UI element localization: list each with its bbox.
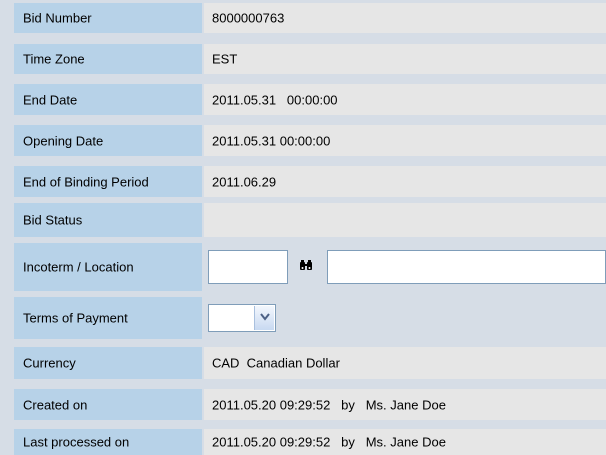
row-last-processed-on: Last processed on 2011.05.20 09:29:52 by…	[0, 429, 606, 455]
row-opening-date: Opening Date 2011.05.31 00:00:00	[0, 125, 606, 156]
row-end-of-binding-period: End of Binding Period 2011.06.29	[0, 166, 606, 197]
row-bid-number: Bid Number 8000000763	[0, 3, 606, 33]
time-zone-label: Time Zone	[14, 44, 202, 74]
end-date-value: 2011.05.31 00:00:00	[204, 84, 606, 115]
terms-of-payment-label: Terms of Payment	[14, 297, 202, 339]
bid-status-value	[204, 203, 606, 237]
last-processed-on-value: 2011.05.20 09:29:52 by Ms. Jane Doe	[204, 429, 606, 455]
incoterm-location-label: Incoterm / Location	[14, 243, 202, 291]
terms-of-payment-dropdown[interactable]	[208, 304, 276, 332]
bid-number-value: 8000000763	[204, 3, 606, 33]
end-date-label: End Date	[14, 84, 202, 115]
binoculars-icon[interactable]	[299, 259, 313, 274]
created-on-label: Created on	[14, 389, 202, 420]
row-created-on: Created on 2011.05.20 09:29:52 by Ms. Ja…	[0, 389, 606, 420]
currency-label: Currency	[14, 347, 202, 379]
incoterm-input[interactable]	[208, 250, 288, 284]
incoterm-location-cell	[204, 243, 606, 291]
row-bid-status: Bid Status	[0, 203, 606, 237]
row-terms-of-payment: Terms of Payment	[0, 297, 606, 339]
end-of-binding-period-value: 2011.06.29	[204, 166, 606, 197]
currency-value: CAD Canadian Dollar	[204, 347, 606, 379]
location-input[interactable]	[327, 250, 606, 284]
bid-header-form: Bid Number 8000000763 Time Zone EST End …	[0, 0, 606, 455]
bid-status-label: Bid Status	[14, 203, 202, 237]
terms-of-payment-cell	[204, 297, 606, 339]
bid-number-label: Bid Number	[14, 3, 202, 33]
opening-date-label: Opening Date	[14, 125, 202, 156]
chevron-down-icon[interactable]	[254, 306, 274, 330]
row-incoterm-location: Incoterm / Location	[0, 243, 606, 291]
row-end-date: End Date 2011.05.31 00:00:00	[0, 84, 606, 115]
row-currency: Currency CAD Canadian Dollar	[0, 347, 606, 379]
created-on-value: 2011.05.20 09:29:52 by Ms. Jane Doe	[204, 389, 606, 420]
opening-date-value: 2011.05.31 00:00:00	[204, 125, 606, 156]
last-processed-on-label: Last processed on	[14, 429, 202, 455]
time-zone-value: EST	[204, 44, 606, 74]
row-time-zone: Time Zone EST	[0, 44, 606, 74]
end-of-binding-period-label: End of Binding Period	[14, 166, 202, 197]
